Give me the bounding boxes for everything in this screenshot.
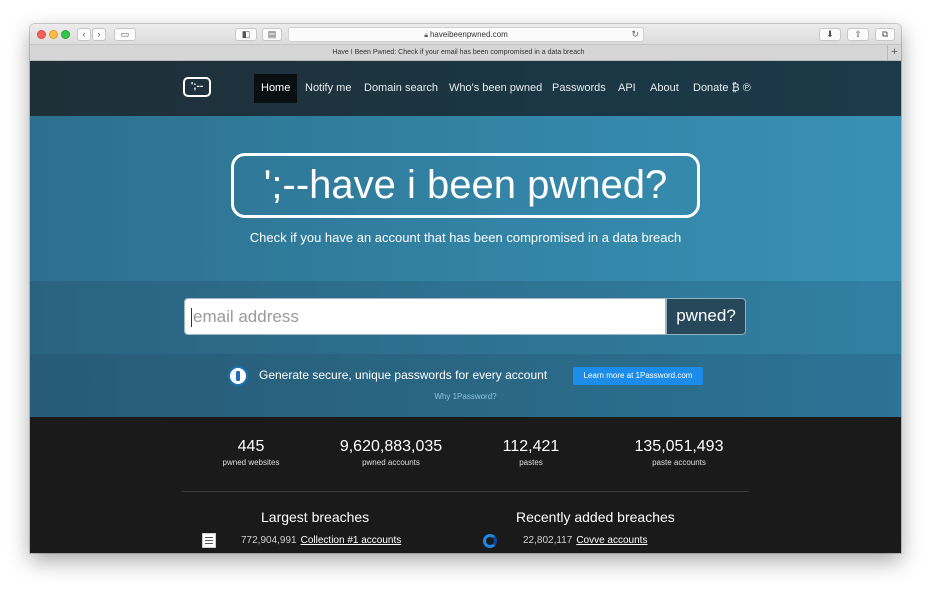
site-nav: ';-- Home Notify me Domain search Who's … [30,61,901,116]
minimize-window-button[interactable] [49,30,58,39]
back-button[interactable]: ‹ [77,28,91,41]
new-tab-button[interactable]: + [887,45,901,61]
recent-breaches-heading: Recently added breaches [516,509,675,525]
page-title: ';--have i been pwned? [231,153,700,218]
nav-home[interactable]: Home [254,74,298,103]
site-logo[interactable]: ';-- [183,77,211,97]
search-placeholder: email address [193,307,299,326]
nav-passwords[interactable]: Passwords [552,74,606,103]
tabs-overview-button[interactable]: ⧉ [875,28,895,41]
text-caret [191,308,192,328]
stat-pastes: 112,421 pastes [451,437,611,467]
browser-toolbar: ‹ › ▭ ◧ ▤ 🔒︎ haveibeenpwned.com ↻ ⬇ ⇧ ⧉ [30,24,901,45]
page-subtitle: Check if you have an account that has be… [249,230,682,245]
promo-text: Generate secure, unique passwords for ev… [259,368,548,382]
nav-domain-search[interactable]: Domain search [364,74,438,103]
stat-label: paste accounts [652,458,706,467]
share-icon: ⇧ [854,29,862,39]
forward-button[interactable]: › [92,28,106,41]
reader-button[interactable]: ▤ [262,28,282,41]
breach-link[interactable]: Collection #1 accounts [301,535,402,546]
sidebar-icon: ▭ [120,29,130,39]
nav-about[interactable]: About [650,74,679,103]
stat-value: 445 [237,438,265,455]
email-search-input[interactable]: email address [184,298,666,335]
hero-section: ';--have i been pwned? Check if you have… [30,116,901,281]
breach-count: 772,904,991 [241,535,297,546]
list-item: 772,904,991 Collection #1 accounts [241,535,401,546]
tab-active[interactable]: Have I Been Pwned: Check if your email h… [30,45,887,61]
web-page: ';-- Home Notify me Domain search Who's … [30,61,901,553]
largest-breaches-heading: Largest breaches [261,509,370,525]
zoom-window-button[interactable] [61,30,70,39]
close-window-button[interactable] [37,30,46,39]
stat-value: 112,421 [502,438,560,455]
list-item: 22,802,117 Covve accounts [523,535,647,546]
covve-logo-icon [483,534,497,548]
extension-button[interactable]: ◧ [235,28,257,41]
stat-pwned-accounts: 9,620,883,035 pwned accounts [311,437,471,467]
section-divider [182,491,749,492]
sidebar-button[interactable]: ▭ [114,28,136,41]
stat-label: pastes [519,458,543,467]
breach-count: 22,802,117 [523,535,573,546]
nav-api[interactable]: API [618,74,636,103]
download-icon: ⬇ [826,29,834,39]
chevron-right-icon: › [97,29,101,39]
downloads-button[interactable]: ⬇ [819,28,841,41]
stat-label: pwned websites [222,458,280,467]
search-section: email address pwned? [30,281,901,354]
learn-more-button[interactable]: Learn more at 1Password.com [573,367,703,385]
browser-window: ‹ › ▭ ◧ ▤ 🔒︎ haveibeenpwned.com ↻ ⬇ ⇧ ⧉ H… [30,24,901,553]
breach-logo-icon [202,533,216,548]
why-1password-link[interactable]: Why 1Password? [30,392,901,401]
tabs-icon: ⧉ [881,29,889,39]
stat-value: 135,051,493 [634,438,724,455]
lock-icon: 🔒︎ [424,32,428,39]
nav-notify-me[interactable]: Notify me [305,74,351,103]
onepassword-logo-icon [228,366,248,386]
share-button[interactable]: ⇧ [847,28,869,41]
breach-link[interactable]: Covve accounts [576,535,647,546]
password-manager-promo: Generate secure, unique passwords for ev… [30,354,901,417]
pwned-button[interactable]: pwned? [666,298,746,335]
stats-section: 445 pwned websites 9,620,883,035 pwned a… [30,417,901,553]
chevron-left-icon: ‹ [82,29,86,39]
extension-icon: ◧ [241,29,251,39]
reload-icon[interactable]: ↻ [631,28,639,41]
stat-label: pwned accounts [362,458,420,467]
reader-icon: ▤ [267,29,277,39]
stat-pwned-websites: 445 pwned websites [171,437,331,467]
tab-bar: Have I Been Pwned: Check if your email h… [30,45,901,61]
stat-value: 9,620,883,035 [339,438,443,455]
address-bar[interactable]: 🔒︎ haveibeenpwned.com ↻ [288,27,644,42]
nav-whos-been-pwned[interactable]: Who's been pwned [449,74,542,103]
stat-paste-accounts: 135,051,493 paste accounts [599,437,759,467]
address-text: haveibeenpwned.com [429,30,508,39]
nav-donate[interactable]: Donate ₿ ℗ [693,74,751,103]
